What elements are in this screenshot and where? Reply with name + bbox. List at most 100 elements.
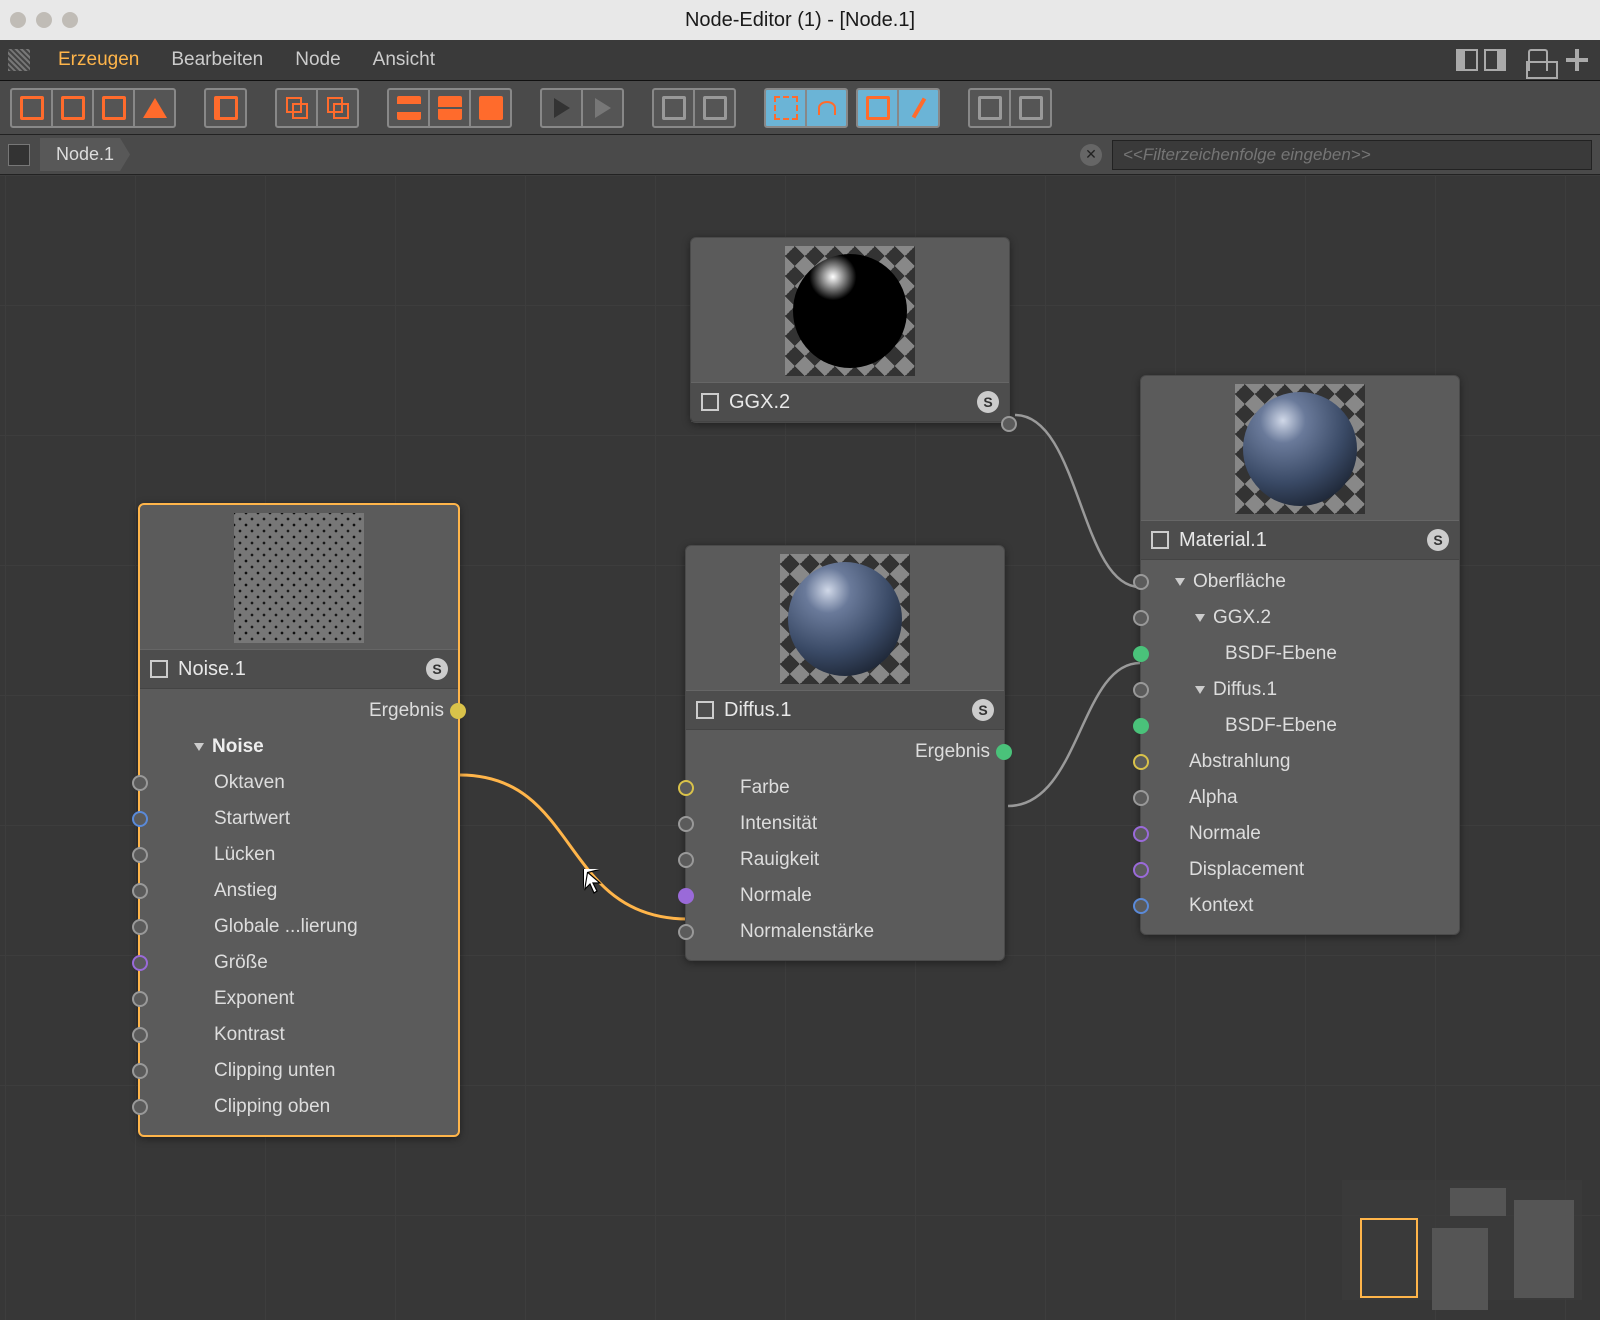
input-port-farbe[interactable] [678,780,694,796]
tool-dual-b[interactable] [316,88,359,128]
menu-node[interactable]: Node [281,41,354,79]
tool-arrange-a[interactable] [968,88,1011,128]
input-row[interactable]: Startwert [140,801,458,837]
menu-bearbeiten[interactable]: Bearbeiten [157,41,277,79]
input-port-kontext[interactable] [1133,898,1149,914]
input-port-normalenstaerke[interactable] [678,924,694,940]
tool-play[interactable] [540,88,583,128]
group-row[interactable]: Noise [140,729,458,765]
tool-align-b[interactable] [693,88,736,128]
node-diffus1[interactable]: Diffus.1 S Ergebnis Farbe Intensität Rau… [685,545,1005,961]
input-port-normale[interactable] [1133,826,1149,842]
close-window-button[interactable] [10,12,26,28]
minimize-window-button[interactable] [36,12,52,28]
tool-preview-b[interactable] [897,88,940,128]
input-port[interactable] [132,919,148,935]
input-port[interactable] [132,1027,148,1043]
tool-node-out[interactable] [92,88,135,128]
input-row[interactable]: Normale [1141,816,1459,852]
input-row[interactable]: Displacement [1141,852,1459,888]
node-header[interactable]: GGX.2 S [691,382,1009,422]
input-row[interactable]: Kontext [1141,888,1459,924]
output-port-ergebnis[interactable] [996,744,1012,760]
menu-ansicht[interactable]: Ansicht [359,41,449,79]
output-port-ergebnis[interactable] [450,703,466,719]
tool-node-in[interactable] [51,88,94,128]
node-header[interactable]: Material.1 S [1141,520,1459,560]
input-row[interactable]: Exponent [140,981,458,1017]
input-row[interactable]: Farbe [686,770,1004,806]
path-root-icon[interactable] [8,144,30,166]
tool-back[interactable] [204,88,247,128]
tool-new-node[interactable] [10,88,53,128]
input-port-intensitaet[interactable] [678,816,694,832]
tool-arrange-b[interactable] [1009,88,1052,128]
input-row[interactable]: Clipping oben [140,1089,458,1125]
solo-badge[interactable]: S [426,658,448,680]
node-header[interactable]: Diffus.1 S [686,690,1004,730]
layout-left-icon[interactable] [1456,49,1478,71]
input-port-bsdf[interactable] [1133,646,1149,662]
node-ggx2[interactable]: GGX.2 S [690,237,1010,423]
input-row[interactable]: BSDF-Ebene [1141,636,1459,672]
input-port-bsdf[interactable] [1133,718,1149,734]
input-row[interactable]: Kontrast [140,1017,458,1053]
input-port-normale[interactable] [678,888,694,904]
tool-dual-a[interactable] [275,88,318,128]
input-port-displacement[interactable] [1133,862,1149,878]
input-row[interactable]: Rauigkeit [686,842,1004,878]
node-material1[interactable]: Material.1 S Oberfläche GGX.2 BSDF-Ebene… [1140,375,1460,935]
input-row[interactable]: BSDF-Ebene [1141,708,1459,744]
input-port-rauigkeit[interactable] [678,852,694,868]
minimap[interactable] [1342,1180,1582,1300]
breadcrumb-current[interactable]: Node.1 [40,138,130,171]
node-noise1[interactable]: Noise.1 S Ergebnis Noise Oktaven Startwe… [138,503,460,1137]
input-port[interactable] [132,775,148,791]
tool-rows-2[interactable] [428,88,471,128]
group-row[interactable]: Diffus.1 [1141,672,1459,708]
clear-filter-button[interactable]: ✕ [1080,144,1102,166]
input-row[interactable]: Abstrahlung [1141,744,1459,780]
input-port-alpha[interactable] [1133,790,1149,806]
solo-badge[interactable]: S [972,699,994,721]
node-header[interactable]: Noise.1 S [140,649,458,689]
solo-badge[interactable]: S [1427,529,1449,551]
input-row[interactable]: Normalenstärke [686,914,1004,950]
input-row[interactable]: Normale [686,878,1004,914]
group-row[interactable]: Oberfläche [1141,564,1459,600]
solo-badge[interactable]: S [977,391,999,413]
tool-magnet[interactable] [805,88,848,128]
tool-preview-a[interactable] [856,88,899,128]
input-row[interactable]: Oktaven [140,765,458,801]
input-row[interactable]: Intensität [686,806,1004,842]
input-port-abstrahlung[interactable] [1133,754,1149,770]
zoom-window-button[interactable] [62,12,78,28]
tool-rows-3[interactable] [469,88,512,128]
tool-frame[interactable] [764,88,807,128]
input-row[interactable]: Alpha [1141,780,1459,816]
input-row[interactable]: Lücken [140,837,458,873]
tool-step[interactable] [581,88,624,128]
app-menu-icon[interactable] [8,49,30,71]
input-port[interactable] [132,991,148,1007]
layout-right-icon[interactable] [1484,49,1506,71]
input-port[interactable] [132,1063,148,1079]
input-row[interactable]: Globale ...lierung [140,909,458,945]
input-port-ggx[interactable] [1133,610,1149,626]
menu-erzeugen[interactable]: Erzeugen [44,41,153,79]
output-port[interactable] [1001,416,1017,432]
input-port[interactable] [1133,574,1149,590]
node-canvas[interactable]: GGX.2 S Noise.1 S Ergebnis Noise Oktaven… [0,175,1600,1320]
group-row[interactable]: GGX.2 [1141,600,1459,636]
input-row[interactable]: Größe [140,945,458,981]
input-port[interactable] [132,847,148,863]
input-row[interactable]: Clipping unten [140,1053,458,1089]
input-port[interactable] [132,811,148,827]
tool-rows-1[interactable] [387,88,430,128]
tool-triangle[interactable] [133,88,176,128]
input-port[interactable] [132,1099,148,1115]
output-row[interactable]: Ergebnis [686,734,1004,770]
input-port[interactable] [132,955,148,971]
input-port-diffus[interactable] [1133,682,1149,698]
tool-align-a[interactable] [652,88,695,128]
